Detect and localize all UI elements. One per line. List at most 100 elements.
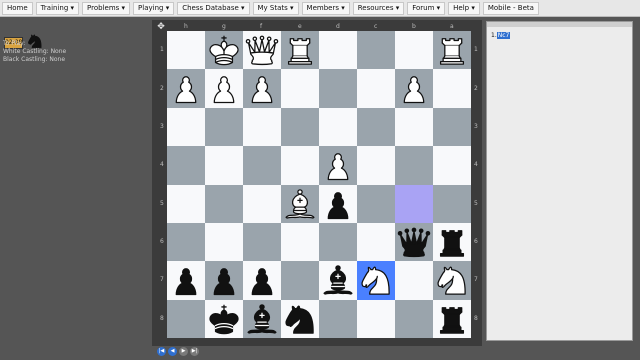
- square-e4[interactable]: [281, 146, 319, 185]
- square-h4[interactable]: [167, 146, 205, 185]
- square-f1[interactable]: [243, 31, 281, 70]
- black-knight-icon[interactable]: [281, 300, 319, 338]
- board-tools-icon[interactable]: ✥: [155, 21, 167, 33]
- square-c8[interactable]: [357, 299, 395, 338]
- square-g4[interactable]: [205, 146, 243, 185]
- square-g8[interactable]: [205, 299, 243, 338]
- square-e5[interactable]: [281, 184, 319, 223]
- white-rook-icon[interactable]: [281, 31, 319, 69]
- square-a1[interactable]: [433, 31, 471, 70]
- move-list-entry[interactable]: 1.Nc7: [491, 32, 511, 39]
- nav-item-resources[interactable]: Resources ▾: [352, 1, 405, 15]
- square-c4[interactable]: [357, 146, 395, 185]
- square-g3[interactable]: [205, 107, 243, 147]
- white-knight-icon[interactable]: [433, 261, 471, 299]
- black-bishop-icon[interactable]: [319, 261, 357, 299]
- square-e7[interactable]: [281, 261, 319, 300]
- square-g7[interactable]: [205, 261, 243, 300]
- nav-item-home[interactable]: Home: [2, 1, 33, 15]
- square-d4[interactable]: [319, 146, 357, 185]
- square-e3[interactable]: [281, 107, 319, 147]
- square-f8[interactable]: [243, 299, 281, 338]
- square-h6[interactable]: [167, 222, 205, 262]
- black-pawn-icon[interactable]: [205, 261, 243, 299]
- black-rook-icon[interactable]: [433, 223, 471, 261]
- nav-item-forum[interactable]: Forum ▾: [407, 1, 446, 15]
- first-move-button[interactable]: |◀: [157, 347, 166, 356]
- square-d5[interactable]: [319, 184, 357, 223]
- white-pawn-icon[interactable]: [167, 69, 205, 107]
- chess-board[interactable]: [167, 31, 471, 338]
- square-b4[interactable]: [395, 146, 433, 185]
- nav-item-mobile-beta[interactable]: Mobile - Beta: [482, 1, 539, 15]
- next-move-button[interactable]: ▶: [179, 347, 188, 356]
- square-b5[interactable]: [395, 184, 433, 223]
- square-b6[interactable]: [395, 222, 433, 262]
- square-e6[interactable]: [281, 222, 319, 262]
- square-g6[interactable]: [205, 222, 243, 262]
- square-f6[interactable]: [243, 222, 281, 262]
- square-g2[interactable]: [205, 69, 243, 108]
- white-king-icon[interactable]: [205, 31, 243, 69]
- nav-item-members[interactable]: Members ▾: [301, 1, 350, 15]
- white-queen-icon[interactable]: [243, 31, 281, 69]
- nav-item-training[interactable]: Training ▾: [35, 1, 80, 15]
- square-d3[interactable]: [319, 107, 357, 147]
- square-e8[interactable]: [281, 299, 319, 338]
- square-f7[interactable]: [243, 261, 281, 300]
- square-a8[interactable]: [433, 299, 471, 338]
- square-a2[interactable]: [433, 69, 471, 108]
- square-h5[interactable]: [167, 184, 205, 223]
- nav-item-playing[interactable]: Playing ▾: [133, 1, 175, 15]
- square-d8[interactable]: [319, 299, 357, 338]
- white-pawn-icon[interactable]: [319, 146, 357, 184]
- white-rook-icon[interactable]: [433, 31, 471, 69]
- square-c2[interactable]: [357, 69, 395, 108]
- square-c6[interactable]: [357, 222, 395, 262]
- square-h3[interactable]: [167, 107, 205, 147]
- square-d1[interactable]: [319, 31, 357, 70]
- square-h8[interactable]: [167, 299, 205, 338]
- black-rook-icon[interactable]: [433, 300, 471, 338]
- nav-item-help[interactable]: Help ▾: [448, 1, 480, 15]
- square-f2[interactable]: [243, 69, 281, 108]
- square-d7[interactable]: [319, 261, 357, 300]
- nav-item-chess-database[interactable]: Chess Database ▾: [177, 1, 250, 15]
- square-c5[interactable]: [357, 184, 395, 223]
- selected-move[interactable]: Nc7: [496, 32, 511, 39]
- square-b3[interactable]: [395, 107, 433, 147]
- black-queen-icon[interactable]: [395, 223, 433, 261]
- nav-item-problems[interactable]: Problems ▾: [82, 1, 131, 15]
- square-a5[interactable]: [433, 184, 471, 223]
- last-move-button[interactable]: ▶|: [190, 347, 199, 356]
- square-d2[interactable]: [319, 69, 357, 108]
- black-bishop-icon[interactable]: [243, 300, 281, 338]
- square-h7[interactable]: [167, 261, 205, 300]
- square-b1[interactable]: [395, 31, 433, 70]
- nav-item-my-stats[interactable]: My Stats ▾: [252, 1, 299, 15]
- black-pawn-icon[interactable]: [167, 261, 205, 299]
- square-d6[interactable]: [319, 222, 357, 262]
- square-h1[interactable]: [167, 31, 205, 70]
- square-a4[interactable]: [433, 146, 471, 185]
- prev-move-button[interactable]: ◀: [168, 347, 177, 356]
- square-c7[interactable]: [357, 261, 395, 300]
- white-knight-icon[interactable]: [357, 261, 395, 299]
- white-bishop-icon[interactable]: [281, 185, 319, 223]
- square-h2[interactable]: [167, 69, 205, 108]
- white-pawn-icon[interactable]: [395, 69, 433, 107]
- square-f3[interactable]: [243, 107, 281, 147]
- white-pawn-icon[interactable]: [243, 69, 281, 107]
- square-c3[interactable]: [357, 107, 395, 147]
- square-f5[interactable]: [243, 184, 281, 223]
- square-c1[interactable]: [357, 31, 395, 70]
- square-a6[interactable]: [433, 222, 471, 262]
- square-b8[interactable]: [395, 299, 433, 338]
- black-pawn-icon[interactable]: [243, 261, 281, 299]
- square-e1[interactable]: [281, 31, 319, 70]
- square-b7[interactable]: [395, 261, 433, 300]
- square-e2[interactable]: [281, 69, 319, 108]
- square-b2[interactable]: [395, 69, 433, 108]
- black-pawn-icon[interactable]: [319, 185, 357, 223]
- square-a7[interactable]: [433, 261, 471, 300]
